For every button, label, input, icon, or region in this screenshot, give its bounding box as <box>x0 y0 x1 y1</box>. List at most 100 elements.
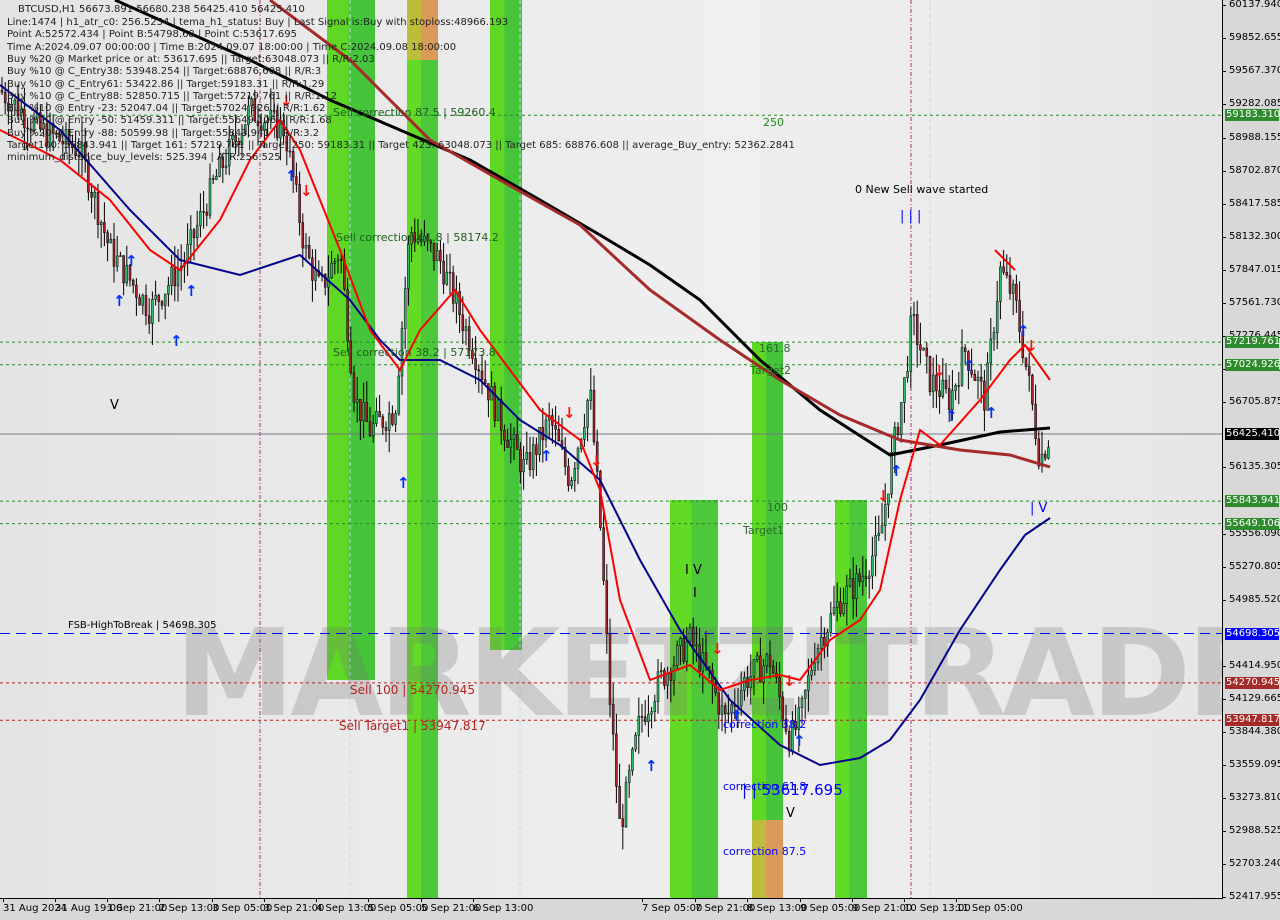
candle-body <box>355 398 359 403</box>
candle-body <box>138 297 141 306</box>
buy-arrow-icon: ↑ <box>170 332 183 350</box>
sell-arrow-icon: ↓ <box>300 182 313 200</box>
candle-body <box>871 555 874 577</box>
candle-body <box>333 261 337 264</box>
time-tick <box>695 898 696 902</box>
price-tick-label: 57847.015 <box>1229 263 1280 275</box>
candle-body <box>906 371 909 378</box>
time-tick-label: 6 Sep 13:00 <box>473 903 534 914</box>
price-tick <box>1222 103 1226 105</box>
candle-body <box>874 535 877 557</box>
candle-body <box>99 222 103 226</box>
buy-arrow-icon: ↑ <box>185 282 198 300</box>
candle-body <box>919 344 922 351</box>
price-tick-label: 59282.085 <box>1229 97 1280 109</box>
candle-body <box>208 178 212 216</box>
candle-body <box>451 272 455 304</box>
candle-body <box>909 315 913 372</box>
price-tick <box>1222 137 1226 139</box>
fsb-label: FSB-HighToBreak | 54698.305 <box>68 620 217 631</box>
price-tick <box>1222 666 1226 668</box>
candle-body <box>634 734 637 750</box>
price-tick-label: 58988.155 <box>1229 131 1280 143</box>
candle-body <box>362 402 365 421</box>
sell-correction-875: Sell correction 87.5 | 59260.4 <box>333 106 496 119</box>
level-price-tag: 59183.310 <box>1225 109 1280 122</box>
candle-body <box>573 468 577 481</box>
candle-body <box>368 421 372 436</box>
sell-arrow-icon: ↓ <box>1025 337 1038 355</box>
candle-body <box>781 696 785 720</box>
candle-body <box>832 607 836 614</box>
candle-body <box>605 580 609 634</box>
candle-body <box>823 636 826 647</box>
sell-arrow-icon: ↓ <box>783 672 796 690</box>
time-tick-label: 11 Sep 05:00 <box>956 903 1023 914</box>
wave-marker: | V <box>1030 501 1048 516</box>
last-price-tag: 56425.410 <box>1225 427 1280 440</box>
candle-body <box>522 459 525 473</box>
candle-body <box>1034 403 1037 440</box>
price-tick <box>1222 203 1226 205</box>
time-tick <box>159 898 160 902</box>
buy-arrow-icon: ↑ <box>645 757 658 775</box>
candle-body <box>439 250 442 262</box>
candle-body <box>669 672 673 681</box>
candle-body <box>627 770 631 783</box>
candle-body <box>973 373 977 381</box>
wave-marker: | | | <box>900 209 922 224</box>
price-tick-label: 59852.655 <box>1229 31 1280 43</box>
level-price-tag: 54698.305 <box>1225 627 1280 640</box>
time-tick <box>368 898 369 902</box>
candle-body <box>448 271 452 274</box>
candle-body <box>637 715 641 736</box>
candle-body <box>528 452 532 470</box>
time-tick-label: 8 Sep 13:00 <box>747 903 808 914</box>
candle-body <box>192 229 196 239</box>
candle-body <box>157 295 161 302</box>
candle-body <box>93 191 97 198</box>
price-tick <box>1222 798 1226 800</box>
time-tick <box>904 898 905 902</box>
candle-body <box>304 245 308 249</box>
candle-body <box>995 301 999 333</box>
candle-body <box>618 786 621 819</box>
price-tick <box>1222 236 1226 238</box>
candle-body <box>474 358 477 371</box>
candle-body <box>867 575 871 580</box>
candle-body <box>912 314 916 317</box>
candle-body <box>525 452 529 460</box>
candle-body <box>503 430 506 441</box>
candle-body <box>199 211 202 227</box>
sell-arrow-icon: ↓ <box>933 362 946 380</box>
candle-body <box>141 295 145 306</box>
price-tick-label: 59567.370 <box>1229 64 1280 76</box>
price-tick <box>1222 401 1226 403</box>
candle-body <box>432 242 436 261</box>
info-line: Buy %10 @ Entry -23: 52047.04 || Target:… <box>7 103 326 115</box>
price-tick-label: 58702.870 <box>1229 164 1280 176</box>
buy-arrow-icon: ↑ <box>113 292 126 310</box>
candle-body <box>586 400 589 428</box>
candle-body <box>583 427 586 440</box>
plot-area[interactable]: MARKETZITRADE ↑ ↑ ↑ ↑ ↑ ↑ ↑ ↑ ↑ ↑ ↑ ↑ ↑ ↑ ↑ ↓ ↓ ↓ ↓ ↓ ↓ ↓ ↓ ↓ B… <box>0 0 1223 899</box>
candle-body <box>768 654 772 667</box>
time-tick <box>473 898 474 902</box>
price-tick-label: 54414.950 <box>1229 660 1280 672</box>
price-tick-label: 56705.875 <box>1229 395 1280 407</box>
info-line: Buy %10 @ C_Entry38: 53948.254 || Target… <box>7 66 322 78</box>
candle-body <box>752 659 756 677</box>
info-line: Buy %20 @ Entry -50: 51459.311 || Target… <box>7 115 332 127</box>
candle-body <box>999 266 1002 302</box>
price-tick <box>1222 70 1226 72</box>
info-line: Point A:52572.434 | Point B:54798.68 | P… <box>7 29 297 41</box>
candle-body <box>848 578 852 587</box>
candle-body <box>189 229 193 245</box>
candle-body <box>765 654 769 667</box>
price-tick <box>1222 732 1226 734</box>
candle-body <box>176 269 180 287</box>
sell-arrow-icon: ↓ <box>590 452 603 470</box>
candle-body <box>896 426 900 436</box>
point-b-marker: I <box>693 586 697 601</box>
price-tick <box>1222 302 1226 304</box>
